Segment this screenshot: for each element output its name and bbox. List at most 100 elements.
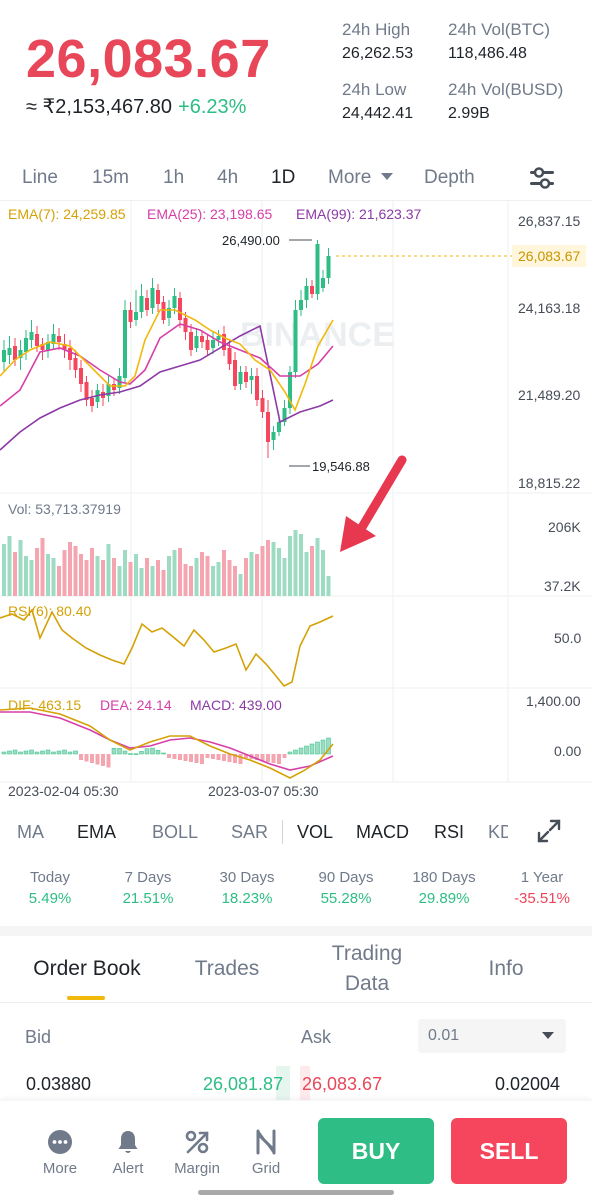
volume-bar bbox=[183, 564, 188, 596]
more-icon bbox=[48, 1130, 72, 1154]
candle-body bbox=[244, 372, 248, 382]
volume-bar bbox=[106, 544, 111, 596]
stat-24h-vol-busd-label: 24h Vol(BUSD) bbox=[448, 80, 564, 99]
price-axis-label: 18,815.22 bbox=[518, 475, 580, 491]
interval-more[interactable]: More bbox=[328, 166, 394, 190]
indicator-vol[interactable]: VOL bbox=[297, 820, 333, 844]
last-price: 26,083.67 bbox=[26, 29, 271, 89]
macd-bar bbox=[122, 750, 128, 755]
perf-180-days: 180 Days 29.89% bbox=[402, 868, 486, 910]
volume-bar bbox=[95, 556, 100, 596]
perf-value: 18.23% bbox=[221, 890, 273, 907]
volume-bar bbox=[90, 548, 94, 596]
perf-value: 5.49% bbox=[28, 890, 72, 907]
macd-bar bbox=[216, 754, 221, 760]
macd-bar bbox=[277, 754, 281, 764]
perf-label: Today bbox=[29, 869, 71, 886]
candle-body bbox=[24, 338, 28, 352]
more-button[interactable]: More bbox=[30, 1128, 90, 1177]
macd-bar bbox=[101, 754, 105, 766]
macd-bar bbox=[315, 741, 320, 755]
tab-trading-data[interactable]: Trading Data bbox=[312, 939, 422, 999]
macd-bar bbox=[23, 750, 29, 755]
macd-bar bbox=[320, 739, 326, 755]
perf-value: 21.51% bbox=[122, 890, 174, 907]
macd-bar bbox=[18, 751, 23, 755]
alert-button[interactable]: Alert bbox=[98, 1128, 158, 1177]
volume-bar bbox=[161, 570, 166, 596]
volume-bar bbox=[249, 552, 254, 596]
volume-bar bbox=[233, 566, 237, 596]
indicator-ma[interactable]: MA bbox=[17, 820, 44, 844]
macd-bar bbox=[45, 749, 51, 755]
macd-bar bbox=[227, 754, 232, 762]
tab-order-book[interactable]: Order Book bbox=[16, 954, 158, 984]
volume-bar bbox=[79, 554, 83, 596]
bid-price[interactable]: 26,081.87 bbox=[203, 1073, 283, 1095]
macd-bar bbox=[117, 748, 122, 755]
volume-bars bbox=[2, 530, 331, 596]
indicator-kd[interactable]: KD bbox=[488, 820, 508, 844]
macd-bar bbox=[40, 750, 45, 755]
macd-bar bbox=[133, 753, 139, 755]
fiat-price: ≈ ₹2,153,467.80 bbox=[26, 96, 173, 118]
volume-bar bbox=[299, 534, 303, 596]
volume-bar bbox=[205, 556, 210, 596]
home-indicator bbox=[198, 1190, 394, 1195]
margin-button[interactable]: Margin bbox=[167, 1128, 227, 1177]
macd-bar bbox=[56, 750, 62, 755]
volume-bar bbox=[189, 566, 193, 596]
candle-body bbox=[150, 288, 155, 308]
volume-bar bbox=[222, 550, 226, 596]
volume-bar bbox=[227, 560, 232, 596]
volume-bar bbox=[73, 546, 78, 596]
grid-button[interactable]: Grid bbox=[236, 1128, 296, 1177]
chart-expand-button[interactable] bbox=[536, 818, 562, 849]
volume-bar bbox=[310, 546, 314, 596]
indicator-ema[interactable]: EMA bbox=[77, 820, 116, 844]
volume-bar bbox=[293, 530, 298, 596]
sell-button[interactable]: SELL bbox=[451, 1118, 567, 1184]
candle-body bbox=[260, 398, 265, 412]
buy-button[interactable]: BUY bbox=[318, 1118, 434, 1184]
ask-price[interactable]: 26,083.67 bbox=[302, 1073, 382, 1095]
ema99-legend: EMA(99): 21,623.37 bbox=[296, 206, 422, 222]
macd-bar bbox=[183, 754, 188, 761]
macd-bar bbox=[150, 747, 155, 755]
interval-depth[interactable]: Depth bbox=[424, 166, 475, 190]
indicator-sar[interactable]: SAR bbox=[231, 820, 268, 844]
kline-chart[interactable]: BINANCE 26,837.15 24,163.18 21,489.20 18… bbox=[0, 200, 592, 806]
indicator-boll[interactable]: BOLL bbox=[152, 820, 198, 844]
perf-label: 90 Days bbox=[318, 869, 374, 886]
rsi-line bbox=[0, 608, 334, 688]
indicator-rsi[interactable]: RSI bbox=[434, 820, 464, 844]
macd-bar bbox=[95, 754, 100, 765]
time-axis-label: 2023-02-04 05:30 bbox=[8, 783, 119, 799]
time-axis-label: 2023-03-07 05:30 bbox=[208, 783, 319, 799]
macd-bar bbox=[144, 748, 150, 755]
candle-body bbox=[2, 350, 6, 362]
tab-trades[interactable]: Trades bbox=[180, 954, 274, 984]
candle-body bbox=[145, 298, 149, 310]
candle-body bbox=[156, 290, 160, 304]
interval-4h[interactable]: 4h bbox=[217, 166, 238, 190]
candle-body bbox=[255, 376, 259, 400]
volume-bar bbox=[244, 558, 248, 596]
macd-bar bbox=[172, 754, 177, 759]
chart-settings-button[interactable] bbox=[528, 164, 556, 197]
stat-24h-vol-busd-value: 2.99B bbox=[448, 105, 490, 122]
indicator-macd[interactable]: MACD bbox=[356, 820, 409, 844]
macd-bar bbox=[189, 754, 193, 762]
volume-bar bbox=[211, 566, 215, 596]
ema25-legend: EMA(25): 23,198.65 bbox=[147, 206, 273, 222]
volume-bar bbox=[288, 536, 292, 596]
interval-15m[interactable]: 15m bbox=[92, 166, 129, 190]
volume-bar bbox=[282, 558, 287, 596]
interval-1d[interactable]: 1D bbox=[271, 166, 295, 190]
tab-info[interactable]: Info bbox=[470, 954, 542, 984]
volume-bar bbox=[51, 558, 56, 596]
precision-select[interactable]: 0.01 bbox=[418, 1019, 566, 1053]
interval-1h[interactable]: 1h bbox=[163, 166, 184, 190]
candle-body bbox=[211, 340, 215, 348]
interval-line[interactable]: Line bbox=[22, 166, 58, 190]
